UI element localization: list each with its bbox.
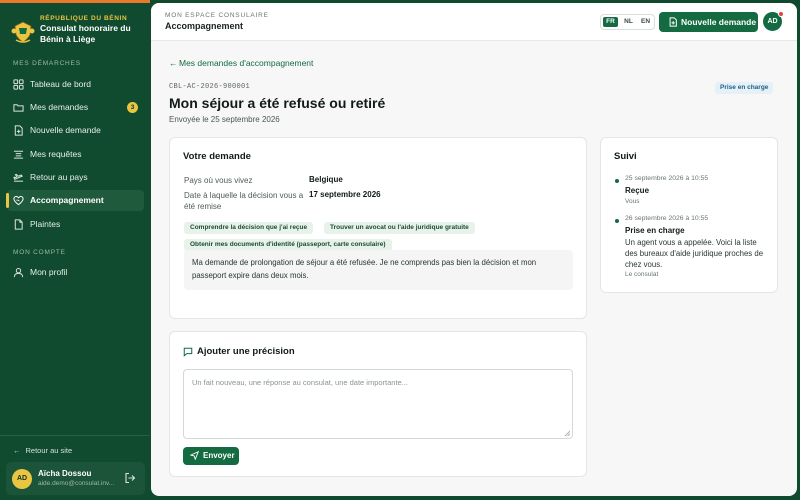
user-card: AD Aïcha Dossou aide.demo@consulat.inv..…	[6, 462, 145, 495]
sidebar: RÉPUBLIQUE DU BÉNIN Consulat honoraire d…	[0, 3, 150, 500]
card-title: Ajouter une précision	[197, 346, 295, 357]
section-label-compte: MON COMPTE	[13, 249, 66, 256]
sidebar-item-label: Retour au pays	[30, 172, 88, 182]
need-tag: Comprendre la décision que j'ai reçue	[184, 222, 314, 234]
timeline-dot	[615, 179, 619, 183]
folder-icon	[13, 104, 24, 112]
brand-republic: RÉPUBLIQUE DU BÉNIN	[40, 15, 128, 22]
lang-en[interactable]: EN	[638, 17, 653, 27]
brand-consulate: Consulat honoraire du Bénin à Liège	[40, 23, 131, 44]
timeline-date: 26 septembre 2026 à 10:55	[625, 215, 709, 222]
sidebar-item-mes-requetes[interactable]: Mes requêtes	[7, 144, 144, 165]
sidebar-item-label: Mes demandes	[30, 102, 89, 112]
need-tag: Trouver un avocat ou l'aide juridique gr…	[324, 222, 475, 234]
timeline-author: Vous	[625, 198, 640, 205]
request-card: Votre demande Pays où vous vivez Belgiqu…	[169, 137, 587, 319]
count-badge: 3	[127, 102, 138, 113]
lang-nl[interactable]: NL	[621, 17, 636, 27]
logout-icon[interactable]	[124, 472, 136, 484]
timeline-text: Un agent vous a appelée. Voici la liste …	[625, 238, 764, 269]
sidebar-item-nouvelle-demande[interactable]: Nouvelle demande	[7, 120, 144, 141]
sidebar-item-tableau-de-bord[interactable]: Tableau de bord	[7, 74, 144, 95]
new-request-label: Nouvelle demande	[681, 17, 757, 27]
sidebar-item-label: Accompagnement	[30, 195, 104, 205]
request-message: Ma demande de prolongation de séjour a é…	[184, 250, 573, 290]
field-label-country: Pays où vous vivez	[184, 176, 253, 185]
plane-icon	[13, 173, 24, 182]
language-switcher: FR NL EN	[600, 14, 655, 30]
followup-card: Suivi 25 septembre 2026 à 10:55 Reçue Vo…	[600, 137, 778, 293]
back-link-label: Mes demandes d'accompagnement	[179, 58, 314, 68]
lang-fr[interactable]: FR	[603, 17, 618, 27]
card-title: Votre demande	[183, 151, 251, 162]
field-value-decision-date: 17 septembre 2026	[309, 190, 381, 199]
page-title: Mon séjour a été refusé ou retiré	[169, 95, 386, 111]
sidebar-item-accompagnement[interactable]: Accompagnement	[6, 190, 144, 211]
timeline-author: Le consulat	[625, 271, 659, 278]
back-to-site-link[interactable]: ← Retour au site	[13, 446, 72, 455]
main-panel: MON ESPACE CONSULAIRE Accompagnement FR …	[151, 3, 797, 496]
request-reference: CBL-AC-2026-900001	[169, 83, 251, 91]
precision-textarea[interactable]: Un fait nouveau, une réponse au consulat…	[183, 369, 573, 439]
brand[interactable]: RÉPUBLIQUE DU BÉNIN Consulat honoraire d…	[10, 15, 145, 51]
field-value-country: Belgique	[309, 175, 343, 184]
field-label-decision-date: Date à laquelle la décision vous a été r…	[184, 191, 304, 211]
coat-of-arms-icon	[11, 21, 35, 43]
sidebar-item-label: Nouvelle demande	[30, 125, 101, 135]
textarea-placeholder: Un fait nouveau, une réponse au consulat…	[192, 378, 408, 387]
new-request-button[interactable]: Nouvelle demande	[659, 12, 758, 32]
back-to-site-label: Retour au site	[25, 446, 73, 455]
document-icon	[14, 219, 23, 230]
sidebar-item-plaintes[interactable]: Plaintes	[7, 214, 144, 235]
arrow-left-icon: ←	[13, 446, 21, 455]
sidebar-item-mon-profil[interactable]: Mon profil	[7, 262, 144, 283]
timeline-dot	[615, 219, 619, 223]
status-badge: Prise en charge	[715, 82, 774, 94]
heart-hand-icon	[13, 195, 24, 206]
card-title: Suivi	[614, 151, 637, 162]
user-icon	[13, 267, 24, 278]
grid-icon	[13, 79, 24, 90]
sidebar-item-label: Plaintes	[30, 219, 61, 229]
sent-date: Envoyée le 25 septembre 2026	[169, 115, 280, 124]
arrow-left-icon: ←	[169, 58, 178, 68]
section-label-demarches: MES DÉMARCHES	[13, 60, 81, 67]
list-icon	[13, 150, 24, 159]
header-subtitle: MON ESPACE CONSULAIRE	[165, 12, 269, 19]
sidebar-item-label: Mon profil	[30, 267, 68, 277]
user-email: aide.demo@consulat.inv...	[38, 480, 115, 487]
file-plus-icon	[669, 17, 677, 27]
file-plus-icon	[14, 125, 23, 136]
back-to-requests-link[interactable]: ← Mes demandes d'accompagnement	[169, 58, 313, 68]
sidebar-divider	[0, 435, 150, 436]
add-precision-card: Ajouter une précision Un fait nouveau, u…	[169, 331, 587, 477]
send-button[interactable]: Envoyer	[183, 447, 239, 465]
avatar: AD	[12, 469, 32, 489]
timeline-title: Reçue	[625, 186, 650, 195]
user-name: Aïcha Dossou	[38, 469, 92, 478]
message-icon	[183, 347, 193, 357]
top-header: MON ESPACE CONSULAIRE Accompagnement FR …	[151, 3, 797, 41]
sidebar-item-retour-au-pays[interactable]: Retour au pays	[7, 167, 144, 188]
send-icon	[190, 451, 199, 460]
sidebar-item-label: Mes requêtes	[30, 149, 82, 159]
header-title: Accompagnement	[165, 21, 244, 31]
sidebar-item-label: Tableau de bord	[30, 79, 91, 89]
notification-dot	[778, 11, 784, 17]
timeline-date: 25 septembre 2026 à 10:55	[625, 175, 709, 182]
resize-grip-icon[interactable]	[564, 430, 570, 436]
timeline-title: Prise en charge	[625, 226, 685, 235]
sidebar-item-mes-demandes[interactable]: Mes demandes 3	[7, 97, 144, 118]
send-label: Envoyer	[203, 451, 235, 460]
